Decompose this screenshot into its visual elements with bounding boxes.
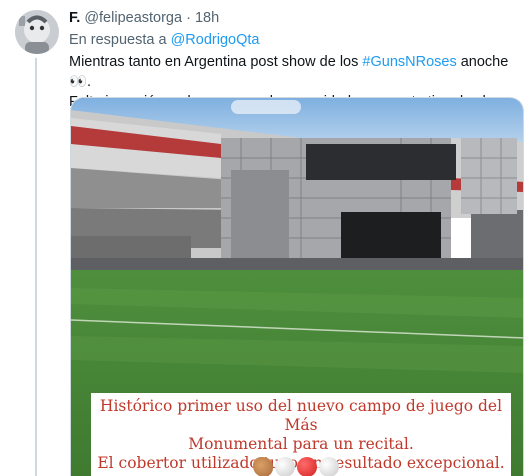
caption-emojis [253, 457, 339, 476]
red-circle-emoji [297, 457, 317, 476]
hashtag-link[interactable]: #GunsNRoses [362, 54, 456, 70]
white-circle-emoji [275, 457, 295, 476]
tweet-header: F. @felipeastorga · 18h [69, 8, 521, 28]
image-caption: Histórico primer uso del nuevo campo de … [91, 393, 511, 476]
avatar[interactable] [15, 10, 59, 54]
user-handle[interactable]: @felipeastorga [84, 10, 182, 26]
thread-line [35, 58, 37, 476]
reply-to-link[interactable]: @RodrigoQta [171, 32, 260, 48]
tweet-image[interactable]: Histórico primer uso del nuevo campo de … [70, 97, 524, 476]
caption-line-1: Histórico primer uso del nuevo campo de … [99, 397, 503, 434]
avatar-image [15, 10, 59, 54]
caption-line-2: Monumental para un recital. [188, 435, 414, 453]
reply-prefix: En respuesta a [69, 32, 167, 48]
clap-emoji [253, 457, 273, 476]
display-name[interactable]: F. [69, 10, 80, 26]
reply-context: En respuesta a @RodrigoQta [69, 30, 521, 50]
tweet-text-part1: Mientras tanto en Argentina post show de… [69, 54, 363, 70]
white-circle-emoji [319, 457, 339, 476]
separator-dot: · [186, 10, 191, 26]
timestamp[interactable]: 18h [195, 10, 219, 26]
